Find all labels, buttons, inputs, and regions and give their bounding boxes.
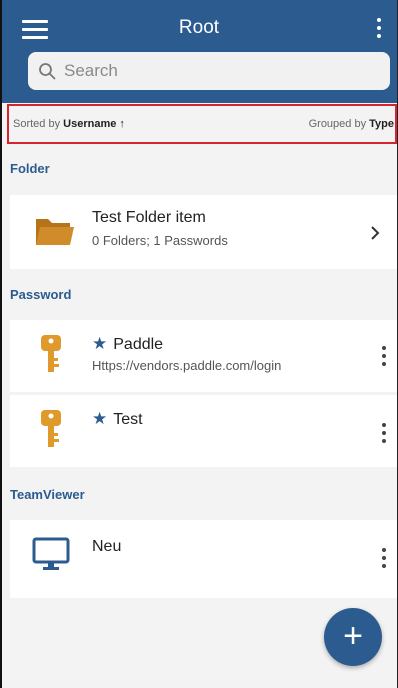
item-subtitle: 0 Folders; 1 Passwords <box>92 233 228 248</box>
chevron-right-icon[interactable] <box>370 225 380 241</box>
list-item-teamviewer[interactable]: Neu <box>10 520 398 598</box>
more-vertical-icon[interactable] <box>382 346 386 370</box>
monitor-icon <box>32 537 70 570</box>
more-vertical-icon[interactable] <box>374 18 384 42</box>
window-frame-left <box>0 0 2 688</box>
item-title: Paddle <box>113 336 164 353</box>
sorted-by-label: Sorted by <box>13 118 61 130</box>
list-item-password[interactable]: ★ Test <box>10 395 398 467</box>
key-icon <box>41 410 61 447</box>
sorted-by-value: Username ↑ <box>63 118 125 130</box>
folder-icon <box>36 219 74 245</box>
sort-group-bar: Sorted by Username ↑ Grouped by Type <box>7 104 397 144</box>
page-title: Root <box>178 17 220 38</box>
section-header-teamviewer: TeamViewer <box>10 487 85 502</box>
favorite-star-icon[interactable]: ★ <box>92 409 107 428</box>
grouped-by-label: Grouped by <box>308 118 367 130</box>
search-bar[interactable] <box>28 52 390 90</box>
sort-control[interactable]: Sorted by Username ↑ <box>13 118 125 130</box>
item-title: Test Folder item <box>92 209 206 226</box>
group-control[interactable]: Grouped by Type <box>309 118 394 130</box>
search-icon <box>39 63 56 80</box>
item-subtitle: Https://vendors.paddle.com/login <box>92 358 282 373</box>
list-item-folder[interactable]: Test Folder item 0 Folders; 1 Passwords <box>10 195 398 269</box>
key-icon <box>41 335 61 372</box>
search-input[interactable] <box>62 60 366 82</box>
add-item-button[interactable]: + <box>324 608 382 666</box>
app-header: Root <box>0 0 398 103</box>
more-vertical-icon[interactable] <box>382 548 386 572</box>
list-item-password[interactable]: ★ Paddle Https://vendors.paddle.com/login <box>10 320 398 392</box>
more-vertical-icon[interactable] <box>382 423 386 447</box>
item-title: Neu <box>92 538 122 555</box>
item-title-row: ★ Test <box>92 409 143 429</box>
item-title: Test <box>113 411 143 428</box>
grouped-by-value: Type <box>369 118 394 130</box>
section-header-folder: Folder <box>10 161 50 176</box>
favorite-star-icon[interactable]: ★ <box>92 334 107 353</box>
section-header-password: Password <box>10 287 72 302</box>
item-title-row: ★ Paddle <box>92 334 163 354</box>
